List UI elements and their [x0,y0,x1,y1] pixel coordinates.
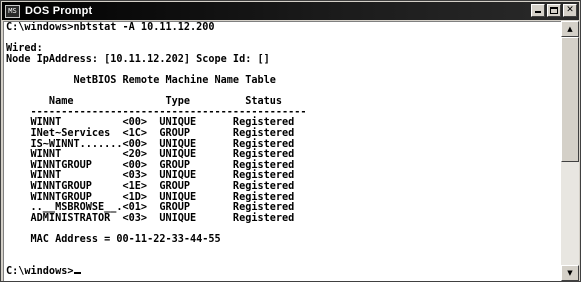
minimize-icon [535,11,541,13]
maximize-icon [550,7,558,14]
console-prompt: C:\windows> [6,265,74,277]
console-line: WINNTGROUP <1E> GROUP Registered [6,180,295,192]
console-line: Node IpAddress: [10.11.12.202] Scope Id:… [6,53,270,65]
up-arrow-icon: ▲ [567,25,573,33]
console-line: INet~Services <1C> GROUP Registered [6,127,295,139]
dos-prompt-window: MS DOS Prompt ✕ C:\windows>nbtstat -A 10… [0,0,581,282]
close-button[interactable]: ✕ [563,4,577,17]
msdos-icon[interactable]: MS [5,4,20,18]
console-line: MAC Address = 00-11-22-33-44-55 [6,233,221,245]
down-arrow-icon: ▼ [567,269,573,277]
console-line: ADMINISTRATOR <03> UNIQUE Registered [6,212,295,224]
console-line: NetBIOS Remote Machine Name Table [6,74,276,86]
scroll-down-button[interactable]: ▼ [561,265,579,281]
console-line: C:\windows>nbtstat -A 10.11.12.200 [6,22,215,33]
scroll-thumb[interactable] [561,37,579,163]
window-controls: ✕ [531,4,577,17]
text-cursor [74,271,82,274]
close-icon: ✕ [566,5,574,15]
minimize-button[interactable] [531,4,545,17]
maximize-button[interactable] [547,4,561,17]
console-output[interactable]: C:\windows>nbtstat -A 10.11.12.200 Wired:… [3,21,561,281]
scroll-up-button[interactable]: ▲ [561,21,579,37]
window-title: DOS Prompt [25,5,93,17]
console-line: C:\windows> [6,265,561,278]
title-bar[interactable]: MS DOS Prompt ✕ [2,2,579,20]
vertical-scrollbar[interactable]: ▲ ▼ [561,21,579,281]
